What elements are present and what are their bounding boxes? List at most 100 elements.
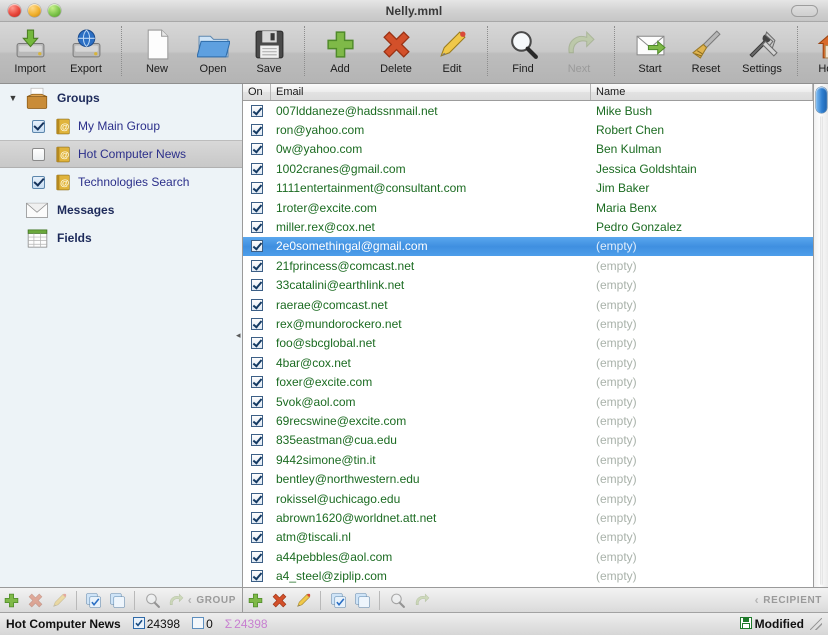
table-row[interactable]: 007lddaneze@hadssnmail.netMike Bush	[243, 101, 813, 120]
toolbar-button-export[interactable]: Export	[58, 22, 114, 82]
sidebar-item-checkbox[interactable]	[32, 148, 45, 161]
row-checkbox[interactable]	[251, 376, 263, 388]
table-row[interactable]: 69recswine@excite.com(empty)	[243, 411, 813, 430]
table-row[interactable]: rokissel@uchicago.edu(empty)	[243, 489, 813, 508]
toolbar-button-new[interactable]: New	[129, 22, 185, 82]
sidebar-item-my-main-group[interactable]: @My Main Group	[0, 112, 242, 140]
row-checkbox-cell[interactable]	[243, 337, 271, 349]
row-checkbox[interactable]	[251, 318, 263, 330]
row-checkbox[interactable]	[251, 337, 263, 349]
row-checkbox-cell[interactable]	[243, 376, 271, 388]
toolbar-button-delete[interactable]: Delete	[368, 22, 424, 82]
row-checkbox-cell[interactable]	[243, 396, 271, 408]
toolbar-button-find[interactable]: Find	[495, 22, 551, 82]
row-checkbox[interactable]	[251, 493, 263, 505]
row-checkbox-cell[interactable]	[243, 260, 271, 272]
row-checkbox-cell[interactable]	[243, 279, 271, 291]
table-row[interactable]: 1002cranes@gmail.comJessica Goldshtain	[243, 159, 813, 178]
column-header-email[interactable]: Email	[271, 84, 591, 100]
table-row[interactable]: 0w@yahoo.comBen Kulman	[243, 140, 813, 159]
toolbar-toggle-button[interactable]	[791, 5, 818, 17]
toolbar-button-home[interactable]: Home	[805, 22, 828, 82]
bottom-button-recipient-add[interactable]	[243, 589, 267, 612]
bottom-button-recipient-edit[interactable]	[291, 589, 315, 612]
row-checkbox[interactable]	[251, 531, 263, 543]
row-checkbox-cell[interactable]	[243, 299, 271, 311]
minimize-window-button[interactable]	[28, 4, 41, 17]
table-row[interactable]: foxer@excite.com(empty)	[243, 372, 813, 391]
row-checkbox[interactable]	[251, 124, 263, 136]
row-checkbox-cell[interactable]	[243, 124, 271, 136]
panel-splitter-handle[interactable]: ◂	[236, 330, 244, 340]
row-checkbox-cell[interactable]	[243, 105, 271, 117]
table-row[interactable]: abrown1620@worldnet.att.net(empty)	[243, 508, 813, 527]
zoom-window-button[interactable]	[48, 4, 61, 17]
table-row[interactable]: a4_steel@ziplip.com(empty)	[243, 566, 813, 585]
table-row[interactable]: 9442simone@tin.it(empty)	[243, 450, 813, 469]
row-checkbox-cell[interactable]	[243, 570, 271, 582]
row-checkbox-cell[interactable]	[243, 182, 271, 194]
row-checkbox[interactable]	[251, 143, 263, 155]
toolbar-button-reset[interactable]: Reset	[678, 22, 734, 82]
close-window-button[interactable]	[8, 4, 21, 17]
bottom-button-recipient-delete[interactable]	[267, 589, 291, 612]
table-row[interactable]: 1111entertainment@consultant.comJim Bake…	[243, 179, 813, 198]
toolbar-button-save[interactable]: Save	[241, 22, 297, 82]
row-checkbox[interactable]	[251, 551, 263, 563]
row-checkbox[interactable]	[251, 512, 263, 524]
row-checkbox-cell[interactable]	[243, 415, 271, 427]
table-row[interactable]: raerae@comcast.net(empty)	[243, 295, 813, 314]
table-row[interactable]: ron@yahoo.comRobert Chen	[243, 120, 813, 139]
table-row[interactable]: 33catalini@earthlink.net(empty)	[243, 276, 813, 295]
sidebar-item-hot-computer-news[interactable]: @Hot Computer News	[0, 140, 242, 168]
resize-grip[interactable]	[810, 618, 822, 630]
row-checkbox[interactable]	[251, 163, 263, 175]
row-checkbox-cell[interactable]	[243, 240, 271, 252]
table-row[interactable]: miller.rex@cox.netPedro Gonzalez	[243, 217, 813, 236]
scrollbar-track[interactable]	[820, 116, 823, 585]
toolbar-button-start[interactable]: Start	[622, 22, 678, 82]
row-checkbox-cell[interactable]	[243, 493, 271, 505]
sidebar-item-groups[interactable]: ▼Groups	[0, 84, 242, 112]
row-checkbox[interactable]	[251, 570, 263, 582]
table-row[interactable]: 2e0somethingal@gmail.com(empty)	[243, 237, 813, 256]
bottom-button-group-add[interactable]	[0, 589, 24, 612]
bottom-button-recipient-check-all[interactable]	[326, 589, 350, 612]
table-row[interactable]: 835eastman@cua.edu(empty)	[243, 431, 813, 450]
table-row[interactable]: atm@tiscali.nl(empty)	[243, 528, 813, 547]
row-checkbox-cell[interactable]	[243, 163, 271, 175]
row-checkbox[interactable]	[251, 202, 263, 214]
row-checkbox[interactable]	[251, 299, 263, 311]
row-checkbox-cell[interactable]	[243, 202, 271, 214]
toolbar-button-add[interactable]: Add	[312, 22, 368, 82]
row-checkbox[interactable]	[251, 240, 263, 252]
column-header-on[interactable]: On	[243, 84, 271, 100]
toolbar-button-edit[interactable]: Edit	[424, 22, 480, 82]
table-row[interactable]: a44pebbles@aol.com(empty)	[243, 547, 813, 566]
table-row[interactable]: 21fprincess@comcast.net(empty)	[243, 256, 813, 275]
table-row[interactable]: 4bar@cox.net(empty)	[243, 353, 813, 372]
toolbar-button-import[interactable]: Import	[2, 22, 58, 82]
sidebar-item-checkbox[interactable]	[32, 176, 45, 189]
row-checkbox-cell[interactable]	[243, 551, 271, 563]
row-checkbox[interactable]	[251, 221, 263, 233]
sidebar-item-fields[interactable]: Fields	[0, 224, 242, 252]
table-row[interactable]: 1roter@excite.comMaria Benx	[243, 198, 813, 217]
sidebar-item-checkbox[interactable]	[32, 120, 45, 133]
sidebar-item-technologies-search[interactable]: @Technologies Search	[0, 168, 242, 196]
table-row[interactable]: 5vok@aol.com(empty)	[243, 392, 813, 411]
row-checkbox-cell[interactable]	[243, 454, 271, 466]
row-checkbox[interactable]	[251, 357, 263, 369]
row-checkbox[interactable]	[251, 279, 263, 291]
row-checkbox-cell[interactable]	[243, 434, 271, 446]
column-header-name[interactable]: Name	[591, 84, 813, 100]
row-checkbox[interactable]	[251, 454, 263, 466]
chevron-down-icon[interactable]: ▼	[6, 93, 20, 103]
row-checkbox[interactable]	[251, 473, 263, 485]
toolbar-button-open[interactable]: Open	[185, 22, 241, 82]
row-checkbox-cell[interactable]	[243, 318, 271, 330]
row-checkbox-cell[interactable]	[243, 531, 271, 543]
row-checkbox-cell[interactable]	[243, 143, 271, 155]
table-row[interactable]: rex@mundorockero.net(empty)	[243, 314, 813, 333]
row-checkbox[interactable]	[251, 260, 263, 272]
